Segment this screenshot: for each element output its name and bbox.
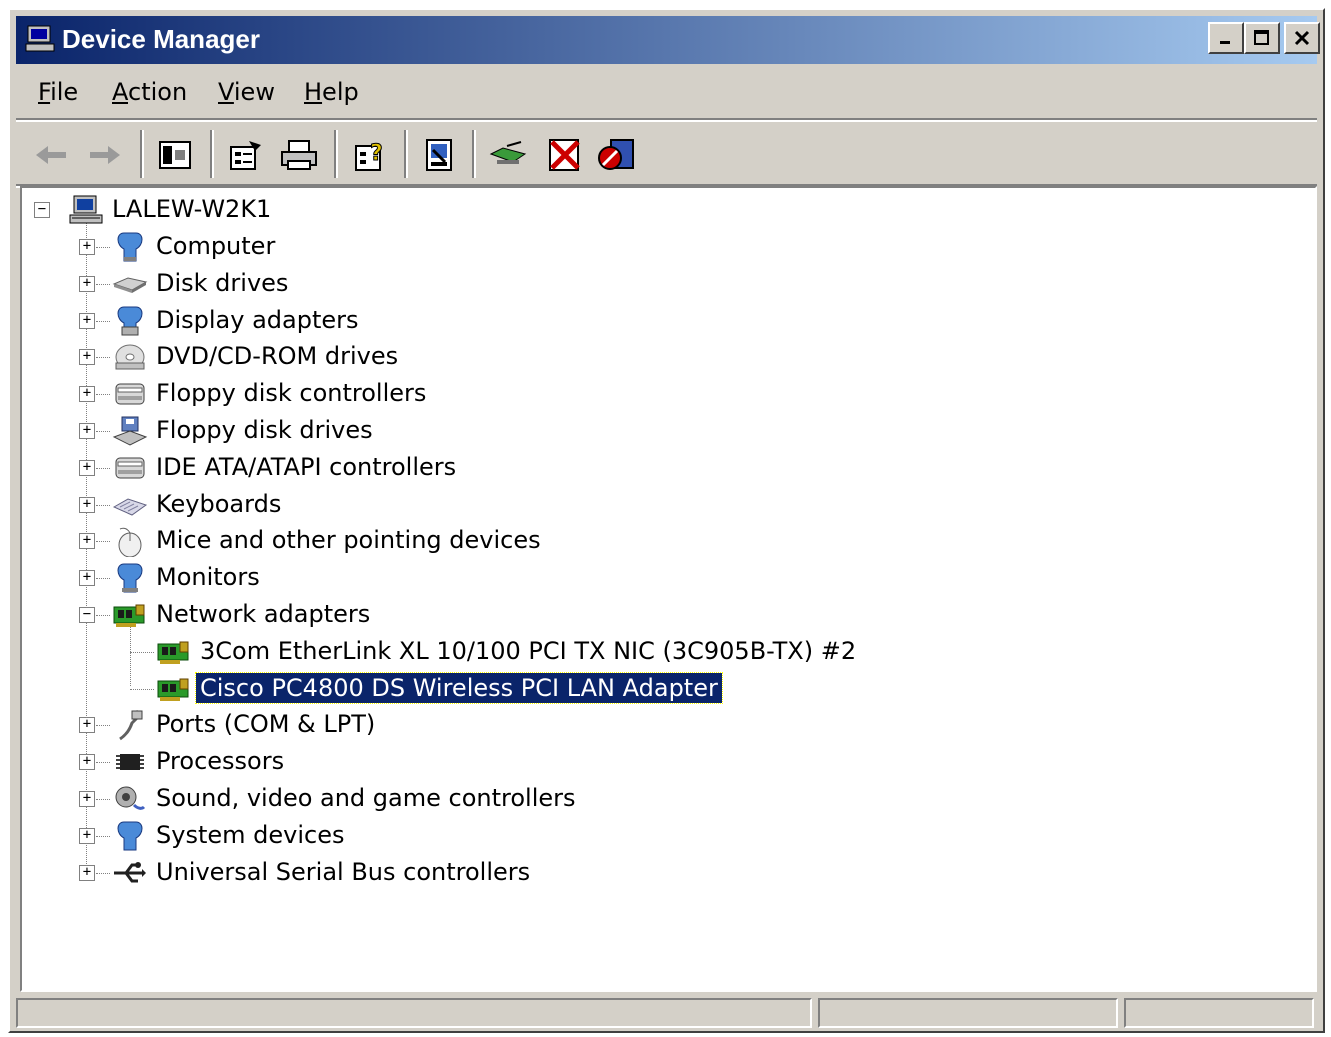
tree-node-label: Mice and other pointing devices — [156, 526, 541, 555]
tree-node-label: Keyboards — [156, 489, 282, 518]
tree-node-label: Network adapters — [156, 600, 371, 628]
svg-text:?: ? — [370, 141, 383, 166]
computer-icon — [69, 195, 103, 224]
menu-file[interactable]: File — [38, 78, 78, 106]
network-card-icon — [157, 641, 189, 664]
monitor-icon — [117, 563, 143, 593]
computer-blue-icon — [117, 232, 143, 262]
tree-node-label: IDE ATA/ATAPI controllers — [156, 452, 457, 481]
back-button[interactable] — [30, 134, 72, 176]
menu-action[interactable]: Action — [112, 78, 187, 106]
tree-node-label: Disk drives — [156, 268, 289, 297]
tree-node-label: Processors — [156, 747, 285, 776]
expand-toggle[interactable]: + — [79, 459, 95, 476]
show-hide-tree-icon — [159, 141, 191, 169]
maximize-button[interactable] — [1244, 22, 1280, 54]
window-title: Device Manager — [62, 24, 260, 54]
expand-toggle[interactable]: + — [79, 864, 95, 881]
network-card-icon — [113, 604, 145, 627]
mouse-icon — [118, 528, 142, 558]
expand-toggle[interactable]: + — [79, 791, 95, 807]
collapse-root-toggle[interactable]: − — [34, 202, 50, 218]
tree-node-label: Ports (COM & LPT) — [156, 710, 376, 739]
tree-node-label: Cisco PC4800 DS Wireless PCI LAN Adapter — [195, 671, 723, 704]
expand-toggle[interactable]: + — [79, 717, 95, 734]
expand-toggle[interactable]: + — [79, 386, 95, 403]
tree-root-label: LALEW-W2K1 — [112, 195, 272, 223]
update-driver-icon — [489, 141, 527, 164]
help-icon: ? — [355, 141, 383, 171]
device-tree[interactable]: − LALEW-W2K1 + Computer + Disk drives + Displ… — [20, 186, 1317, 992]
expand-toggle[interactable]: + — [79, 239, 95, 255]
tree-node-label: Computer — [156, 232, 276, 260]
close-icon — [1294, 30, 1310, 46]
title-bar[interactable]: Device Manager — [16, 16, 1320, 64]
tree-node-label: Display adapters — [156, 305, 359, 334]
scan-hardware-button[interactable] — [418, 134, 460, 176]
print-icon — [281, 140, 317, 170]
minimize-button[interactable] — [1208, 22, 1244, 54]
cdrom-icon — [115, 344, 145, 370]
menu-help[interactable]: Help — [304, 78, 359, 106]
device-manager-window: Device Manager File Action View Help ? −… — [8, 8, 1325, 1033]
controller-icon — [115, 383, 145, 405]
keyboard-icon — [112, 498, 148, 516]
forward-icon — [90, 146, 120, 164]
disable-icon — [598, 139, 634, 170]
tree-node-label: Universal Serial Bus controllers — [156, 857, 531, 886]
uninstall-icon — [549, 139, 580, 171]
uninstall-button[interactable] — [544, 134, 586, 176]
tree-node-label: System devices — [156, 820, 345, 849]
network-card-icon — [157, 678, 189, 701]
minimize-icon — [1220, 41, 1230, 44]
expand-toggle[interactable]: + — [79, 349, 95, 366]
show-hide-tree-button[interactable] — [154, 134, 196, 176]
port-icon — [119, 710, 143, 741]
menu-view[interactable]: View — [218, 78, 275, 106]
expand-toggle[interactable]: + — [79, 312, 95, 329]
status-cell-1 — [16, 998, 812, 1028]
print-button[interactable] — [278, 134, 320, 176]
expand-toggle[interactable]: + — [79, 496, 95, 513]
update-driver-button[interactable] — [488, 134, 530, 176]
usb-icon — [114, 861, 146, 883]
toolbar: ? — [16, 122, 1317, 186]
status-bar — [16, 996, 1317, 1030]
menu-bar: File Action View Help — [16, 68, 1317, 118]
tree-node-label: Floppy disk drives — [156, 416, 373, 444]
expand-toggle[interactable]: + — [79, 754, 95, 771]
disk-drive-icon — [112, 277, 148, 293]
tree-node-label: DVD/CD-ROM drives — [156, 342, 399, 371]
expand-toggle[interactable]: + — [79, 423, 95, 439]
computer-icon — [25, 25, 55, 52]
forward-button[interactable] — [84, 134, 126, 176]
sound-icon — [115, 786, 146, 810]
tree-node-label: Sound, video and game controllers — [156, 784, 576, 812]
status-cell-2 — [818, 998, 1118, 1028]
properties-button[interactable] — [224, 134, 266, 176]
close-button[interactable] — [1284, 22, 1320, 54]
properties-icon — [230, 141, 261, 170]
maximize-icon — [1254, 30, 1269, 45]
expand-toggle[interactable]: + — [79, 570, 95, 587]
processor-icon — [116, 754, 144, 771]
disable-button[interactable] — [596, 134, 638, 176]
controller-icon — [115, 457, 145, 479]
floppy-drive-icon — [112, 416, 148, 446]
tree-node-label: Monitors — [156, 563, 260, 592]
expand-toggle[interactable]: + — [79, 533, 95, 550]
back-icon — [36, 146, 66, 164]
status-cell-3 — [1124, 998, 1314, 1028]
scan-hardware-icon — [426, 139, 452, 171]
display-adapter-icon — [117, 306, 143, 336]
collapse-toggle[interactable]: − — [79, 607, 95, 623]
tree-node-label: 3Com EtherLink XL 10/100 PCI TX NIC (3C9… — [200, 636, 857, 665]
help-button[interactable]: ? — [350, 134, 392, 176]
expand-toggle[interactable]: + — [79, 275, 95, 292]
tree-node-label: Floppy disk controllers — [156, 379, 427, 408]
system-icon — [117, 821, 143, 851]
expand-toggle[interactable]: + — [79, 827, 95, 844]
